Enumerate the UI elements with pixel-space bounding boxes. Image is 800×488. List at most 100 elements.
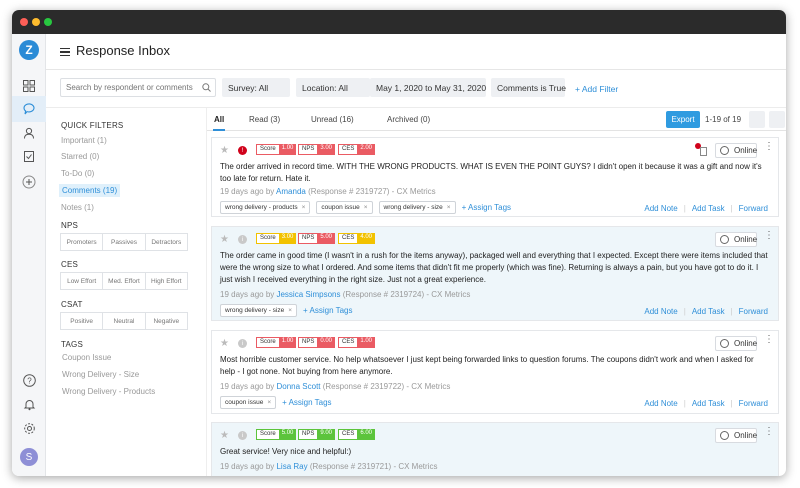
more-options-icon[interactable]: ⋮ [764, 231, 774, 241]
csat-neutral[interactable]: Neutral [103, 313, 146, 329]
help-icon[interactable]: ? [21, 372, 37, 388]
remove-tag-icon[interactable]: × [447, 204, 451, 211]
info-icon[interactable]: i [238, 235, 247, 244]
menu-icon[interactable] [60, 48, 70, 56]
close-window-button[interactable] [20, 18, 28, 26]
remove-tag-icon[interactable]: × [288, 307, 292, 314]
tab-bar: All Read (3) Unread (16) Archived (0) Ex… [207, 108, 786, 131]
tag-filter-wrong-size[interactable]: Wrong Delivery - Size [62, 370, 139, 379]
tag-chip[interactable]: wrong delivery - products × [220, 201, 311, 214]
add-task-button[interactable]: Add Task [692, 399, 725, 408]
csat-negative[interactable]: Negative [146, 313, 187, 329]
quick-filter-important[interactable]: Important (1) [61, 136, 107, 145]
assign-tags-button[interactable]: + Assign Tags [282, 398, 331, 407]
response-card[interactable]: ★ i Score 1.00 NPS 0.00 CES 1.00 Online … [211, 330, 779, 414]
forward-button[interactable]: Forward [739, 399, 768, 408]
response-card[interactable]: ★ ! Score 1.00 NPS 3.00 CES 2.00 Online … [211, 137, 779, 217]
star-icon[interactable]: ★ [220, 430, 229, 441]
csat-title: CSAT [61, 300, 83, 309]
tag-chip[interactable]: coupon issue × [220, 396, 277, 409]
info-icon[interactable]: i [238, 431, 247, 440]
online-channel-button[interactable]: Online [715, 336, 757, 351]
tag-chip[interactable]: coupon issue × [316, 201, 373, 214]
apps-icon[interactable] [21, 78, 37, 94]
quick-filter-starred[interactable]: Starred (0) [61, 152, 99, 161]
note-icon[interactable] [700, 147, 707, 156]
more-options-icon[interactable]: ⋮ [764, 427, 774, 437]
quick-filter-comments[interactable]: Comments (19) [59, 184, 121, 197]
respondent-link[interactable]: Jessica Simpsons [276, 290, 340, 299]
add-note-button[interactable]: Add Note [644, 399, 677, 408]
assign-tags-button[interactable]: + Assign Tags [462, 203, 511, 212]
add-filter-button[interactable]: + Add Filter [575, 84, 618, 94]
location-filter[interactable]: Location: All [296, 78, 370, 97]
quick-filter-todo[interactable]: To-Do (0) [61, 169, 94, 178]
date-filter[interactable]: May 1, 2020 to May 31, 2020 [370, 78, 486, 97]
info-icon[interactable]: i [238, 339, 247, 348]
gear-icon[interactable] [21, 420, 37, 436]
response-card[interactable]: ★ i Score 3.00 NPS 5.00 CES 4.00 Online … [211, 226, 779, 321]
add-task-button[interactable]: Add Task [692, 307, 725, 316]
online-channel-button[interactable]: Online [715, 143, 757, 158]
comments-filter[interactable]: Comments is True [491, 78, 566, 97]
nps-detractors[interactable]: Detractors [146, 234, 187, 250]
more-options-icon[interactable]: ⋮ [764, 335, 774, 345]
add-note-button[interactable]: Add Note [644, 204, 677, 213]
maximize-window-button[interactable] [44, 18, 52, 26]
tag-chip[interactable]: wrong delivery - size × [220, 304, 298, 317]
ces-med-effort[interactable]: Med. Effort [103, 273, 146, 289]
tab-archived[interactable]: Archived (0) [387, 115, 430, 124]
tag-chip[interactable]: wrong delivery - size × [378, 201, 456, 214]
nps-promoters[interactable]: Promoters [61, 234, 104, 250]
remove-tag-icon[interactable]: × [267, 399, 271, 406]
tag-filter-coupon-issue[interactable]: Coupon Issue [62, 353, 111, 362]
clipboard-check-icon[interactable] [21, 148, 37, 164]
search-icon[interactable] [202, 83, 211, 94]
page-title: Response Inbox [76, 43, 170, 58]
add-task-button[interactable]: Add Task [692, 204, 725, 213]
ces-low-effort[interactable]: Low Effort [61, 273, 104, 289]
prev-page-button[interactable] [749, 111, 765, 128]
forward-button[interactable]: Forward [739, 307, 768, 316]
star-icon[interactable]: ★ [220, 338, 229, 349]
user-icon[interactable] [21, 125, 37, 141]
nps-passives[interactable]: Passives [103, 234, 146, 250]
bell-icon[interactable] [21, 396, 37, 412]
online-channel-button[interactable]: Online [715, 232, 757, 247]
star-icon[interactable]: ★ [220, 234, 229, 245]
online-channel-button[interactable]: Online [715, 428, 757, 443]
tab-read[interactable]: Read (3) [249, 115, 280, 124]
export-button[interactable]: Export [666, 111, 700, 128]
more-options-icon[interactable]: ⋮ [764, 142, 774, 152]
chat-icon[interactable] [21, 101, 37, 117]
respondent-link[interactable]: Amanda [276, 187, 306, 196]
respondent-link[interactable]: Lisa Ray [276, 462, 307, 471]
star-icon[interactable]: ★ [220, 145, 229, 156]
response-list-panel: All Read (3) Unread (16) Archived (0) Ex… [206, 108, 786, 476]
assign-tags-button[interactable]: + Assign Tags [303, 306, 352, 315]
respondent-link[interactable]: Donna Scott [276, 382, 320, 391]
important-icon[interactable]: ! [238, 146, 247, 155]
survey-filter[interactable]: Survey: All [222, 78, 290, 97]
csat-positive[interactable]: Positive [61, 313, 104, 329]
app-logo[interactable]: Z [19, 40, 39, 60]
tags-title: TAGS [61, 340, 83, 349]
next-page-button[interactable] [769, 111, 785, 128]
tab-all[interactable]: All [214, 115, 224, 124]
ces-high-effort[interactable]: High Effort [146, 273, 187, 289]
tag-list: wrong delivery - size × + Assign Tags [220, 304, 353, 317]
remove-tag-icon[interactable]: × [302, 204, 306, 211]
minimize-window-button[interactable] [32, 18, 40, 26]
svg-text:?: ? [27, 376, 32, 385]
ces-segment: Low Effort Med. Effort High Effort [60, 272, 188, 290]
avatar[interactable]: S [20, 448, 38, 466]
search-input[interactable] [60, 78, 216, 97]
forward-button[interactable]: Forward [739, 204, 768, 213]
remove-tag-icon[interactable]: × [364, 204, 368, 211]
quick-filter-notes[interactable]: Notes (1) [61, 203, 94, 212]
tab-unread[interactable]: Unread (16) [311, 115, 354, 124]
response-card[interactable]: ★ i Score 5.00 NPS 9.00 CES 6.00 Online … [211, 422, 779, 476]
tag-filter-wrong-products[interactable]: Wrong Delivery - Products [62, 387, 155, 396]
add-note-button[interactable]: Add Note [644, 307, 677, 316]
add-icon[interactable] [21, 174, 37, 190]
